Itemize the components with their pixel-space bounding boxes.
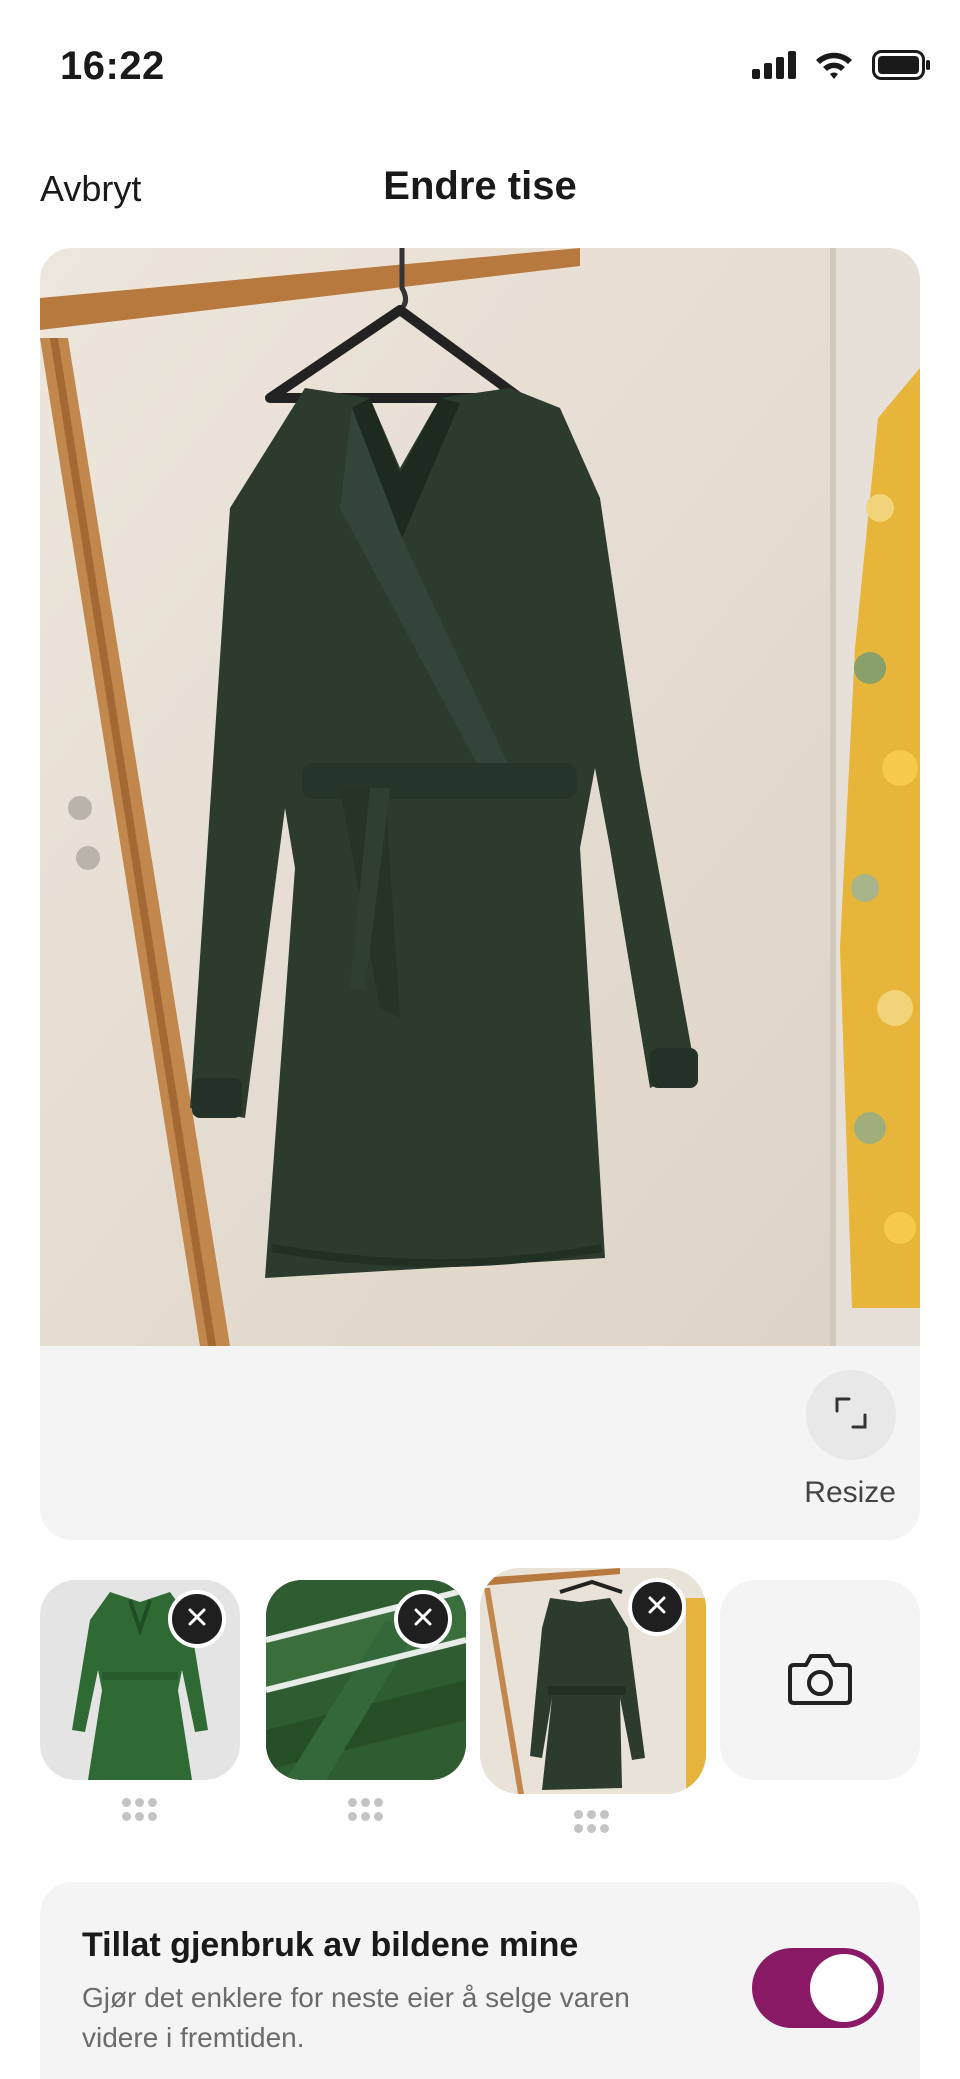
page-title: Endre tise [383, 164, 577, 208]
close-icon [645, 1593, 669, 1622]
status-time: 16:22 [60, 44, 165, 88]
status-icons [752, 50, 932, 85]
reuse-title: Tillat gjenbruk av bildene mine [82, 1926, 579, 1964]
remove-photo-2-button[interactable] [394, 1590, 452, 1648]
wifi-icon [814, 50, 854, 85]
reuse-images-card: Tillat gjenbruk av bildene mine Gjør det… [40, 1882, 920, 2079]
status-bar: 16:22 [0, 0, 960, 140]
resize-button[interactable] [806, 1370, 896, 1460]
cellular-signal-icon [752, 51, 796, 84]
nav-bar: Avbryt Endre tise [0, 150, 960, 230]
close-icon [411, 1605, 435, 1634]
resize-label: Resize [804, 1476, 896, 1509]
close-icon [185, 1605, 209, 1634]
remove-photo-1-button[interactable] [168, 1590, 226, 1648]
main-photo[interactable] [40, 248, 920, 1346]
battery-icon [872, 50, 932, 85]
reuse-description: Gjør det enklere for neste eier å selge … [82, 1982, 630, 2053]
toggle-knob [810, 1954, 878, 2022]
remove-photo-3-button[interactable] [628, 1578, 686, 1636]
camera-icon [788, 1651, 852, 1710]
photo-thumbnails [40, 1568, 920, 1833]
photo-editor: Resize [40, 248, 920, 1540]
drag-handle-1[interactable] [122, 1798, 158, 1822]
resize-icon [833, 1395, 869, 1436]
drag-handle-2[interactable] [348, 1798, 384, 1822]
drag-handle-3[interactable] [574, 1810, 610, 1834]
reuse-images-toggle[interactable] [752, 1948, 884, 2028]
add-photo-button[interactable] [720, 1580, 920, 1780]
